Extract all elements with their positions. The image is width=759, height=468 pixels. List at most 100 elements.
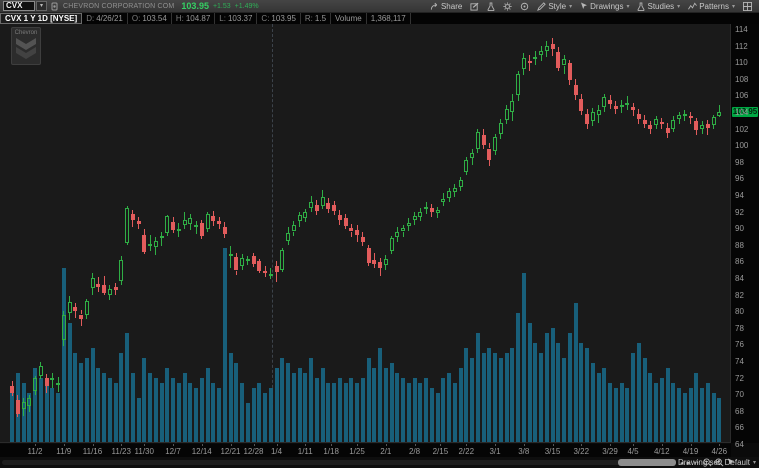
date-tick xyxy=(253,444,255,446)
date-tick-label: 4/5 xyxy=(627,447,639,456)
settings-button[interactable] xyxy=(499,0,516,13)
cursor-icon xyxy=(581,2,588,9)
candle-wick xyxy=(149,234,151,244)
volume-bar xyxy=(429,388,434,442)
candle-up xyxy=(458,180,463,187)
candle-wick xyxy=(310,208,312,212)
volume-bar xyxy=(452,383,457,442)
candle-wick xyxy=(632,110,634,117)
volume-bar xyxy=(579,343,584,442)
candle-wick xyxy=(34,390,36,395)
date-tick xyxy=(466,444,468,446)
volume-bar xyxy=(401,378,405,442)
horizontal-scrollbar-thumb[interactable] xyxy=(618,459,676,466)
volume-bar xyxy=(205,368,210,442)
candle-down xyxy=(211,215,216,221)
candle-wick xyxy=(701,128,703,135)
candle-up xyxy=(470,152,474,159)
candle-wick xyxy=(379,268,381,277)
volume-bar xyxy=(567,333,572,442)
volume-bar xyxy=(343,383,348,442)
candle-wick xyxy=(172,229,174,234)
date-tick xyxy=(661,444,663,446)
symbol-input[interactable]: CVX xyxy=(3,1,35,11)
candle-up xyxy=(153,240,158,248)
chart-title[interactable]: CVX 1 Y 1D [NYSE] xyxy=(0,13,83,24)
date-tick xyxy=(35,444,36,446)
candle-wick xyxy=(500,134,502,139)
date-tick xyxy=(690,444,692,446)
volume-bar xyxy=(349,378,354,442)
volume-bar xyxy=(257,383,262,442)
candle-wick xyxy=(184,224,185,229)
date-tick-label: 4/12 xyxy=(653,447,670,456)
chevron-logo-watermark: Chevron xyxy=(11,27,41,65)
notes-button[interactable] xyxy=(466,0,483,13)
candle-wick xyxy=(23,409,24,416)
volume-bar xyxy=(533,343,538,442)
alerts-button[interactable] xyxy=(516,0,533,13)
volume-bar xyxy=(527,323,532,442)
studies-button[interactable]: Studies ▾ xyxy=(633,0,684,13)
volume-bar xyxy=(550,328,555,442)
candle-up xyxy=(654,119,658,126)
candle-up xyxy=(240,258,244,267)
volume-bar xyxy=(153,378,158,442)
volume-label: Volume xyxy=(331,13,367,24)
gear-icon xyxy=(503,1,512,11)
volume-bar xyxy=(360,378,365,442)
candle-up xyxy=(280,249,285,270)
volume-bar xyxy=(102,373,106,442)
candle-wick xyxy=(626,96,628,103)
drawings-button[interactable]: Drawings ▾ xyxy=(576,0,633,13)
candle-wick xyxy=(523,68,525,76)
candle-wick xyxy=(442,202,444,206)
candle-wick xyxy=(350,231,352,238)
candle-down xyxy=(481,135,486,146)
style-button[interactable]: Style ▾ xyxy=(533,0,576,13)
drawing-set-selector[interactable]: Drawing set: Default ▾ xyxy=(678,457,756,468)
candle-wick xyxy=(448,198,450,203)
volume-bar xyxy=(38,378,43,442)
volume-bar xyxy=(182,373,187,442)
price-tick-label: 84 xyxy=(735,273,744,283)
candle-up xyxy=(165,215,170,234)
volume-bar xyxy=(682,393,687,442)
date-tick xyxy=(385,444,387,446)
candle-wick xyxy=(396,237,398,243)
price-tick-label: 106 xyxy=(735,91,749,101)
volume-bar xyxy=(383,368,388,442)
candle-wick xyxy=(494,150,496,156)
candle-wick xyxy=(718,104,720,113)
volume-bar xyxy=(665,368,670,442)
quick-study-button[interactable] xyxy=(483,0,499,13)
date-tick-label: 1/4 xyxy=(270,447,283,456)
layout-grid-button[interactable] xyxy=(739,0,756,13)
volume-bar xyxy=(619,383,624,442)
candle-up xyxy=(498,122,503,135)
price-axis[interactable]: 103.95 114 112 110 108 106 104 102 100 98 96 94 92 9… xyxy=(731,24,759,449)
price-change: +1.53 xyxy=(212,2,231,10)
horizontal-scrollbar-track[interactable] xyxy=(2,460,642,465)
candle-down xyxy=(142,234,147,253)
candle-up xyxy=(424,207,428,210)
candlestick-chart[interactable]: Chevron xyxy=(0,24,731,443)
date-tick-label: 12/14 xyxy=(191,447,212,456)
price-tick-label: 86 xyxy=(735,257,744,267)
candle-wick xyxy=(86,315,88,320)
price-tick-label: 94 xyxy=(735,190,744,200)
volume-bar xyxy=(418,383,423,442)
link-icon[interactable] xyxy=(51,2,58,11)
candle-down xyxy=(573,84,578,96)
candle-down xyxy=(314,204,319,211)
candle-wick xyxy=(126,243,128,245)
share-button[interactable]: Share xyxy=(426,0,466,13)
candle-wick xyxy=(385,264,387,270)
symbol-dropdown-button[interactable]: ▾ xyxy=(36,1,47,11)
patterns-button[interactable]: Patterns ▾ xyxy=(684,0,739,13)
date-axis[interactable]: 11/2 11/9 11/16 11/23 11/30 12/7 12/14 12/21 12/… xyxy=(0,444,731,457)
candle-down xyxy=(636,113,641,120)
company-name: CHEVRON CORPORATION COM xyxy=(63,2,175,10)
candle-wick xyxy=(471,158,473,166)
candle-wick xyxy=(534,50,536,58)
